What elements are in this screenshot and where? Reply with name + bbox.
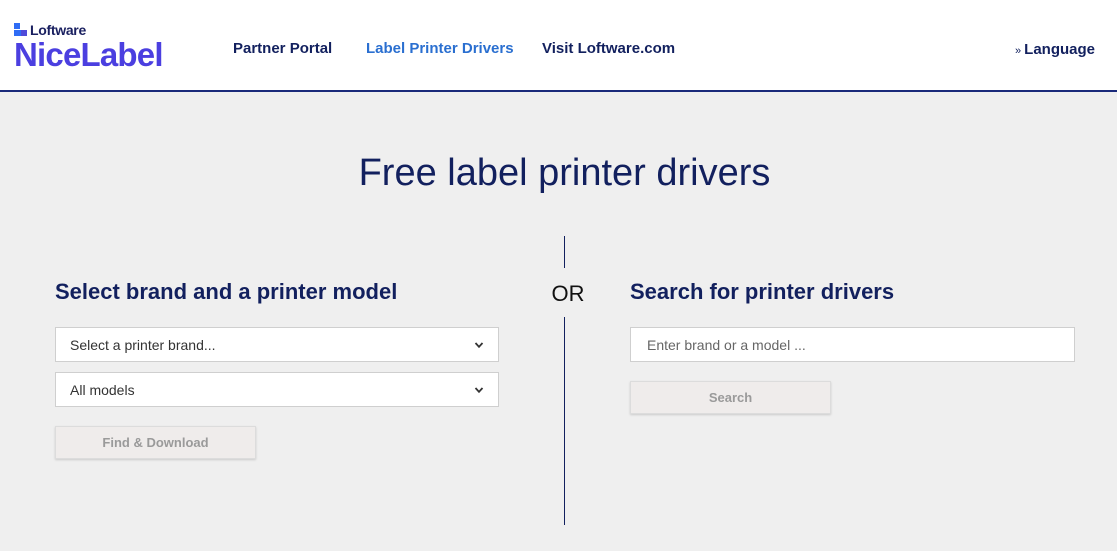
printer-brand-select-value: Select a printer brand... xyxy=(70,336,216,353)
nav-visit-loftware[interactable]: Visit Loftware.com xyxy=(542,40,675,57)
nicelabel-logo[interactable]: Loftware NiceLabel xyxy=(14,22,164,73)
chevron-down-icon xyxy=(474,386,484,393)
printer-model-select[interactable]: All models xyxy=(55,372,499,407)
chevron-down-icon xyxy=(474,341,484,348)
loftware-logo-icon xyxy=(14,23,28,37)
or-separator: OR xyxy=(551,281,585,306)
search-drivers-heading: Search for printer drivers xyxy=(630,279,895,304)
printer-brand-select[interactable]: Select a printer brand... xyxy=(55,327,499,362)
page-title: Free label printer drivers xyxy=(358,152,771,194)
printer-model-select-value: All models xyxy=(70,381,135,398)
vertical-divider-top xyxy=(564,236,565,268)
search-input[interactable] xyxy=(647,336,1058,353)
nav-partner-portal[interactable]: Partner Portal xyxy=(233,40,332,57)
site-header: Loftware NiceLabel Partner Portal Label … xyxy=(0,0,1117,92)
nav-label-printer-drivers[interactable]: Label Printer Drivers xyxy=(366,40,514,57)
double-chevron-right-icon: » xyxy=(1015,45,1022,57)
search-field[interactable] xyxy=(630,327,1075,362)
language-menu[interactable]: » Language xyxy=(1015,41,1095,58)
brand-model-heading: Select brand and a printer model xyxy=(55,279,398,304)
nicelabel-text: NiceLabel xyxy=(14,36,164,73)
vertical-divider-bottom xyxy=(564,317,565,525)
language-label: Language xyxy=(1024,41,1095,58)
search-button[interactable]: Search xyxy=(630,381,831,414)
find-download-button[interactable]: Find & Download xyxy=(55,426,256,459)
